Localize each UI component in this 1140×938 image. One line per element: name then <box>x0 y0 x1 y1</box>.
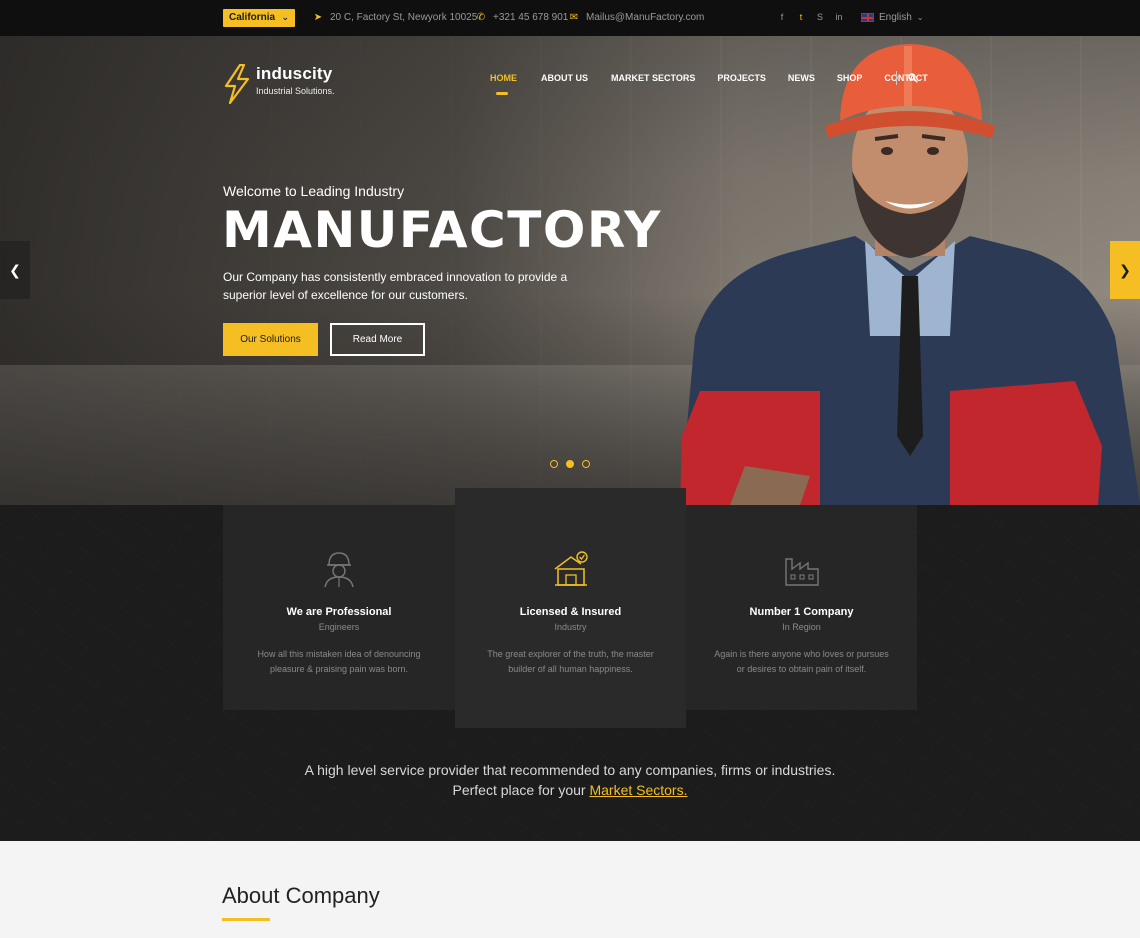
hero-slider: induscity Industrial Solutions. HOME ABO… <box>0 36 1140 505</box>
main-nav: HOME ABOUT US MARKET SECTORS PROJECTS NE… <box>490 73 928 95</box>
feature-card: Licensed & Insured Industry The great ex… <box>455 488 686 728</box>
nav-home[interactable]: HOME <box>490 73 517 95</box>
chevron-left-icon: ❮ <box>9 261 21 278</box>
hero-description: Our Company has consistently embraced in… <box>223 270 568 302</box>
lightning-bolt-icon <box>224 64 250 104</box>
feature-subtitle: In Region <box>782 622 821 632</box>
chevron-right-icon: ❯ <box>1119 261 1131 278</box>
skype-icon[interactable]: S <box>816 12 824 22</box>
slider-dot-3[interactable] <box>582 460 590 468</box>
feature-title: We are Professional <box>286 606 392 618</box>
brand-logo[interactable]: induscity Industrial Solutions. <box>222 64 335 104</box>
linkedin-icon[interactable]: in <box>835 12 843 22</box>
mail-icon: ✉ <box>569 12 579 23</box>
phone-icon: ✆ <box>476 12 486 23</box>
feature-text: Again is there anyone who loves or pursu… <box>714 649 889 674</box>
feature-title: Licensed & Insured <box>519 606 622 618</box>
social-links: f t S in <box>778 12 843 22</box>
our-solutions-button[interactable]: Our Solutions <box>223 323 318 356</box>
nav-market-sectors[interactable]: MARKET SECTORS <box>611 73 695 83</box>
feature-text: How all this mistaken idea of denouncing… <box>257 649 421 674</box>
features-section: We are Professional Engineers How all th… <box>0 488 1140 841</box>
nav-divider <box>896 71 897 85</box>
top-bar: California ⌄ ➤ 20 C, Factory St, Newyork… <box>0 0 1140 36</box>
feature-card: We are Professional Engineers How all th… <box>223 505 455 710</box>
location-arrow-icon: ➤ <box>313 12 323 23</box>
chevron-down-icon: ⌄ <box>281 12 289 22</box>
twitter-icon[interactable]: t <box>797 12 805 22</box>
nav-shop[interactable]: SHOP <box>837 73 863 83</box>
brand-tagline: Industrial Solutions. <box>256 86 335 96</box>
feature-title: Number 1 Company <box>749 606 854 618</box>
about-section: About Company <box>0 841 1140 938</box>
about-title: About Company <box>222 883 380 908</box>
address-text: 20 C, Factory St, Newyork 10025 <box>330 12 478 23</box>
nav-about-us[interactable]: ABOUT US <box>541 73 588 83</box>
location-select[interactable]: California ⌄ <box>223 9 295 27</box>
nav-contact[interactable]: CONTACT <box>884 73 927 83</box>
certified-house-icon <box>554 551 588 586</box>
location-select-value: California <box>229 12 276 23</box>
tagline-line-2: Perfect place for your Market Sectors. <box>0 780 1140 800</box>
read-more-button[interactable]: Read More <box>330 323 425 356</box>
service-tagline: A high level service provider that recom… <box>0 760 1140 800</box>
address-item: ➤ 20 C, Factory St, Newyork 10025 <box>312 12 478 23</box>
slider-prev-button[interactable]: ❮ <box>0 241 30 299</box>
feature-subtitle: Industry <box>554 622 587 632</box>
hero-headline: MANUFACTORY <box>222 201 662 259</box>
phone-text: +321 45 678 901 <box>493 12 569 23</box>
language-selector[interactable]: English ⌄ <box>861 12 924 23</box>
slider-dots <box>550 460 590 468</box>
email-item[interactable]: ✉ Mailus@ManuFactory.com <box>568 12 705 23</box>
facebook-icon[interactable]: f <box>778 12 786 22</box>
worker-image <box>680 44 1140 505</box>
slider-next-button[interactable]: ❯ <box>1110 241 1140 299</box>
hero-welcome: Welcome to Leading Industry <box>223 183 405 199</box>
tagline-line-1: A high level service provider that recom… <box>304 762 836 778</box>
nav-news[interactable]: NEWS <box>788 73 815 83</box>
brand-name: induscity <box>256 64 333 83</box>
feature-card: Number 1 Company In Region Again is ther… <box>686 505 917 710</box>
feature-text: The great explorer of the truth, the mas… <box>487 649 654 674</box>
tagline-prefix: Perfect place for your <box>452 782 586 798</box>
title-underline <box>222 918 270 921</box>
chevron-down-icon: ⌄ <box>916 13 924 22</box>
engineer-icon <box>324 552 354 588</box>
slider-dot-2[interactable] <box>566 460 574 468</box>
search-icon[interactable] <box>908 73 918 86</box>
email-text: Mailus@ManuFactory.com <box>586 12 705 23</box>
uk-flag-icon <box>861 13 874 22</box>
nav-projects[interactable]: PROJECTS <box>717 73 766 83</box>
market-sectors-link[interactable]: Market Sectors. <box>589 782 687 798</box>
factory-icon <box>784 558 819 586</box>
phone-item[interactable]: ✆ +321 45 678 901 <box>475 12 569 23</box>
language-label: English <box>879 12 912 23</box>
slider-dot-1[interactable] <box>550 460 558 468</box>
feature-subtitle: Engineers <box>318 622 360 632</box>
